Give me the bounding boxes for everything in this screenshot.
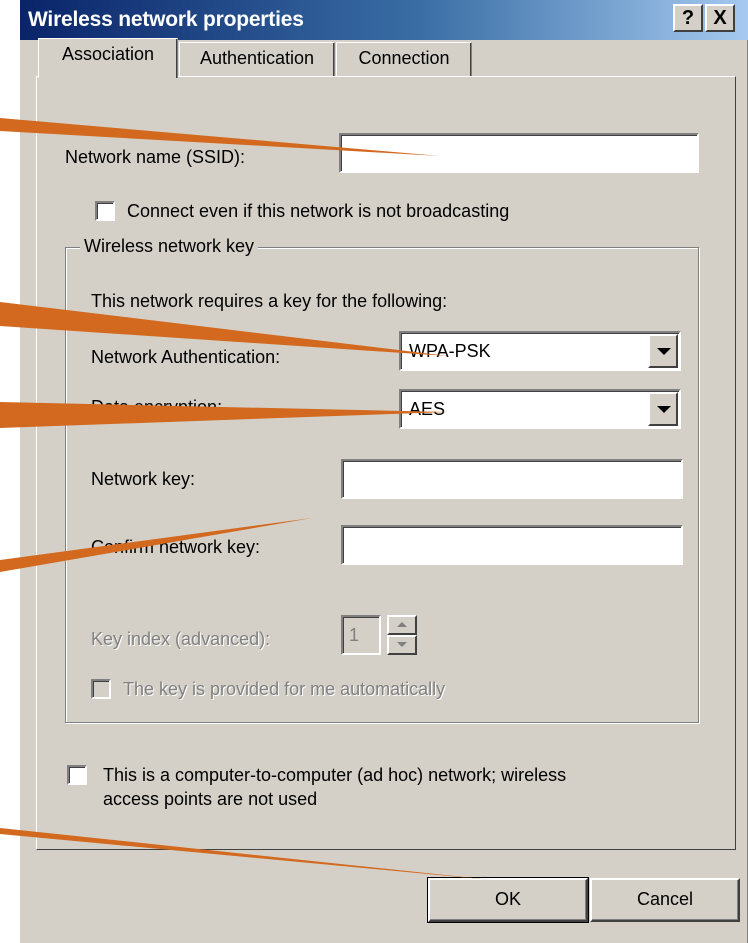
network-key-label: Network key: bbox=[91, 469, 196, 489]
key-index-input[interactable]: 1 bbox=[341, 615, 381, 655]
title-bar: Wireless network properties ? X bbox=[20, 0, 748, 40]
wireless-properties-dialog: Wireless network properties ? X Associat… bbox=[18, 0, 748, 943]
spin-down-icon[interactable] bbox=[387, 635, 417, 655]
key-index-spinner[interactable] bbox=[387, 615, 417, 655]
requires-key-text: This network requires a key for the foll… bbox=[91, 291, 448, 311]
confirm-key-label: Confirm network key: bbox=[91, 537, 261, 557]
key-provided-label: The key is provided for me automatically bbox=[123, 679, 446, 699]
chevron-down-icon[interactable] bbox=[648, 392, 678, 426]
connect-not-broadcasting-label: Connect even if this network is not broa… bbox=[127, 201, 510, 221]
adhoc-label-line1: This is a computer-to-computer (ad hoc) … bbox=[103, 765, 567, 785]
association-panel: Network name (SSID): Connect even if thi… bbox=[36, 76, 736, 850]
network-key-input[interactable] bbox=[341, 459, 683, 499]
tab-connection[interactable]: Connection bbox=[336, 42, 472, 76]
data-encryption-label: Data encryption: bbox=[91, 397, 223, 417]
network-auth-value: WPA-PSK bbox=[409, 341, 491, 361]
confirm-key-input[interactable] bbox=[341, 525, 683, 565]
ok-button[interactable]: OK bbox=[427, 877, 589, 923]
cancel-button[interactable]: Cancel bbox=[590, 878, 740, 922]
connect-not-broadcasting-checkbox[interactable] bbox=[95, 201, 115, 221]
key-provided-checkbox[interactable] bbox=[91, 679, 111, 699]
data-encryption-select[interactable]: AES bbox=[399, 389, 681, 429]
network-name-label: Network name (SSID): bbox=[65, 147, 246, 167]
network-auth-select[interactable]: WPA-PSK bbox=[399, 331, 681, 371]
adhoc-checkbox[interactable] bbox=[67, 765, 87, 785]
close-button[interactable]: X bbox=[705, 4, 735, 32]
adhoc-label-line2: access points are not used bbox=[103, 789, 318, 809]
key-index-label: Key index (advanced): bbox=[91, 629, 271, 649]
window-title: Wireless network properties bbox=[28, 8, 304, 31]
tab-association[interactable]: Association bbox=[38, 38, 178, 78]
tab-authentication[interactable]: Authentication bbox=[179, 42, 335, 76]
chevron-down-icon[interactable] bbox=[648, 334, 678, 368]
group-title: Wireless network key bbox=[80, 236, 259, 257]
network-auth-label: Network Authentication: bbox=[91, 347, 281, 367]
help-button[interactable]: ? bbox=[673, 4, 703, 32]
network-name-input[interactable] bbox=[339, 133, 699, 173]
spin-up-icon[interactable] bbox=[387, 615, 417, 635]
data-encryption-value: AES bbox=[409, 399, 446, 419]
